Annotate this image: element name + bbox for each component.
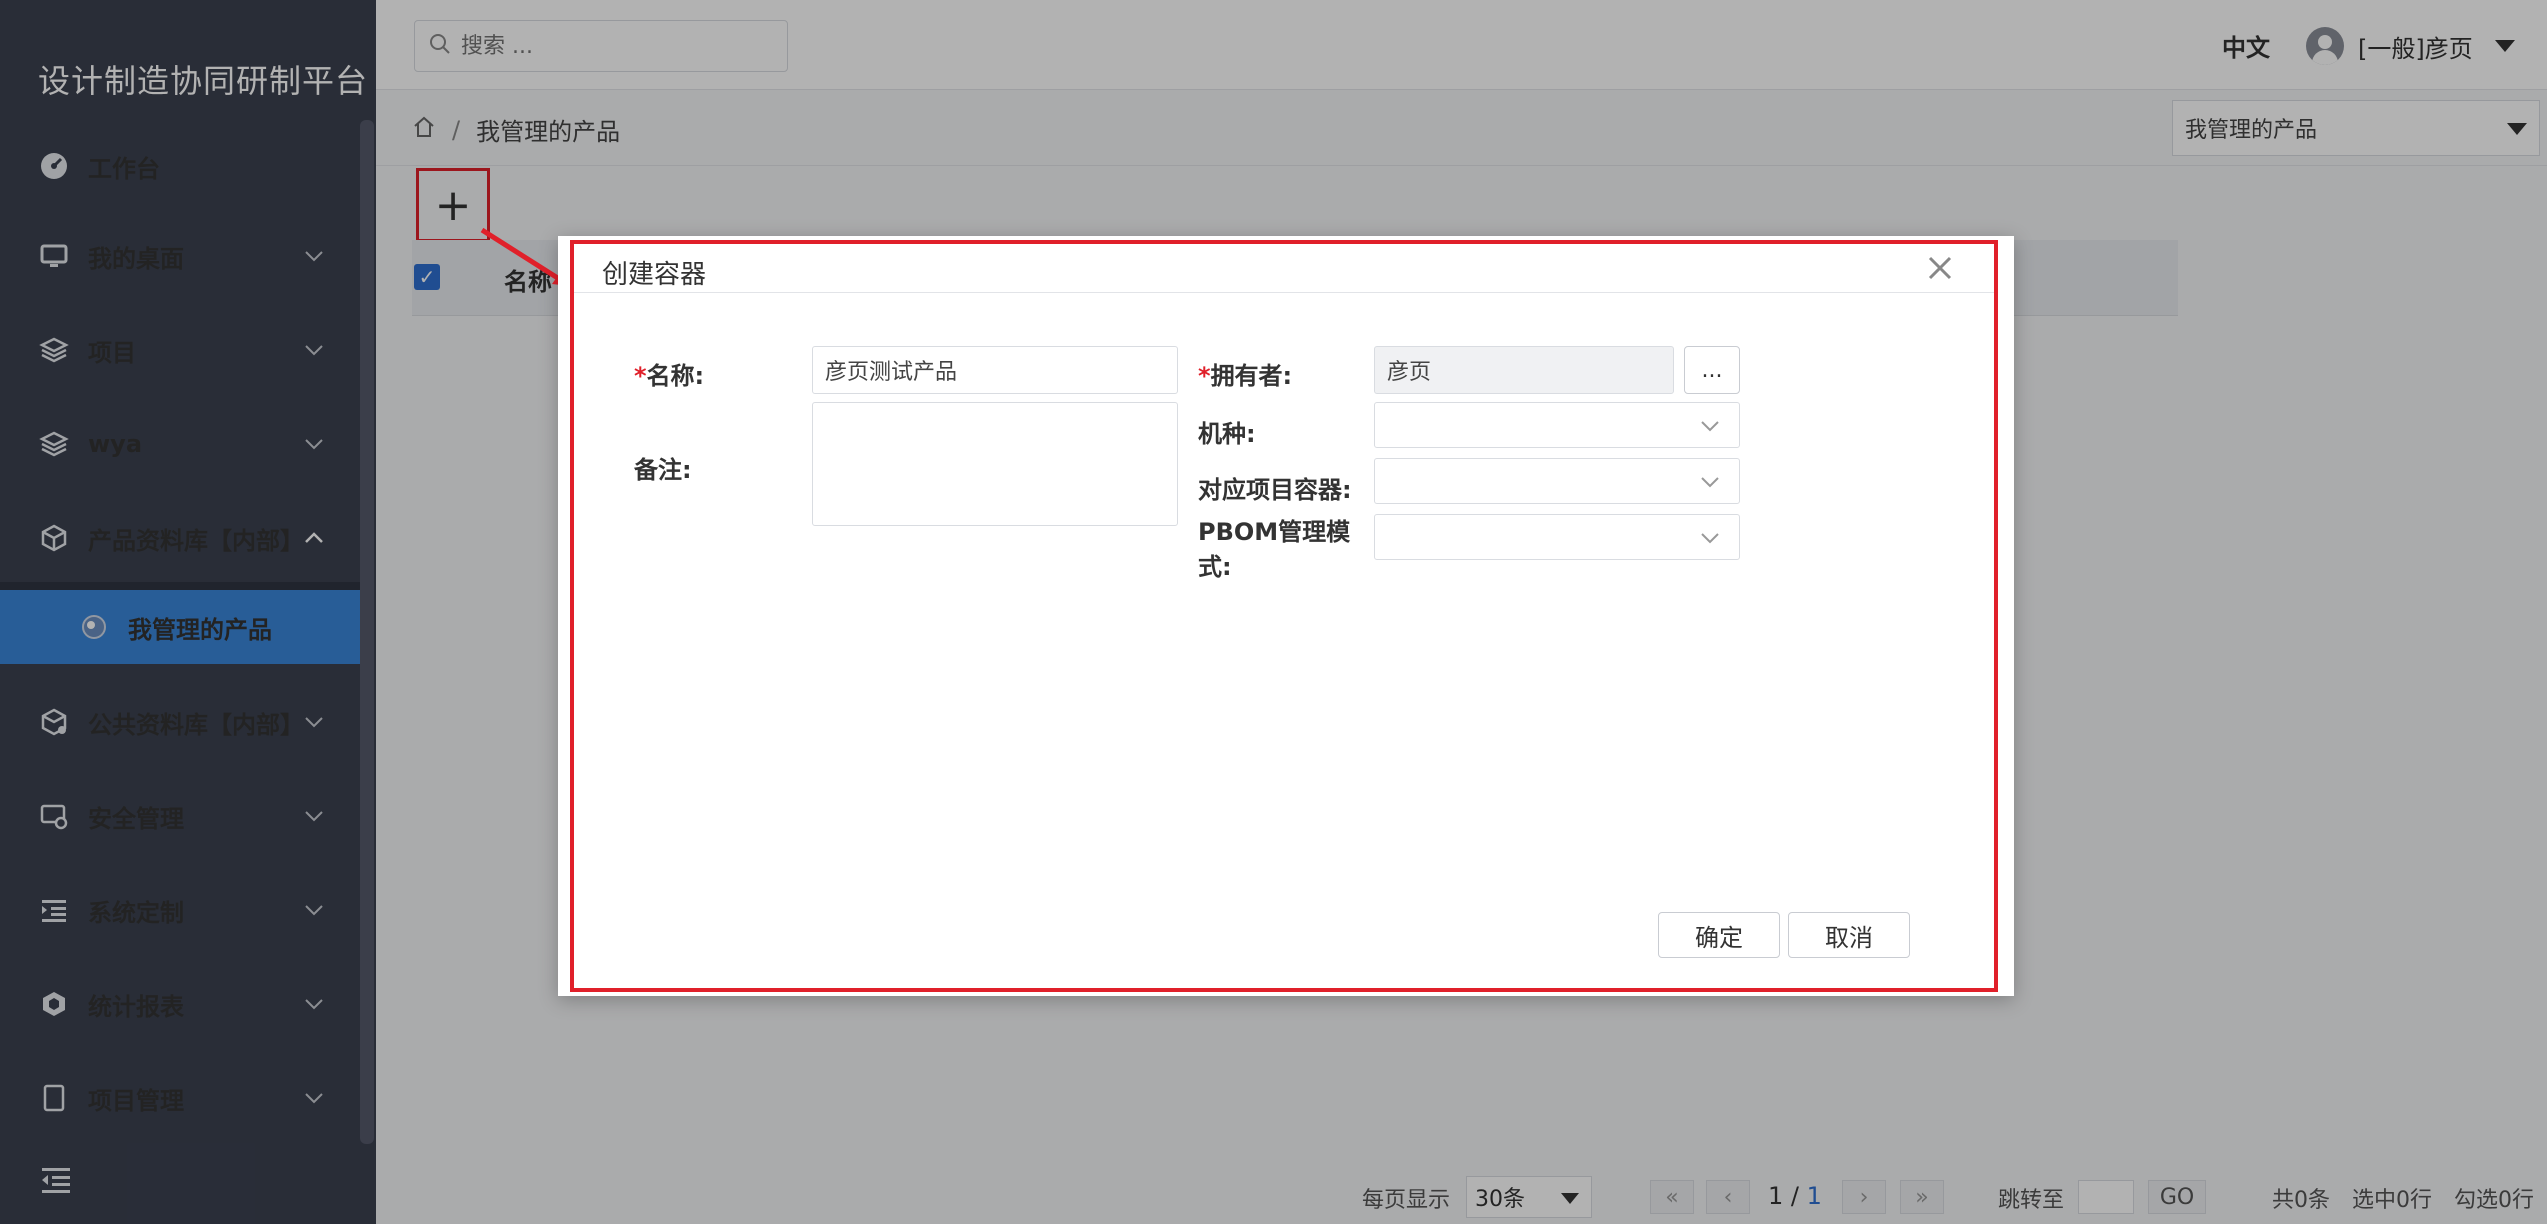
owner-input: 彦页 [1374, 346, 1674, 394]
project-container-label: 对应项目容器: [1198, 476, 1352, 504]
close-icon[interactable] [1922, 250, 1958, 286]
project-container-select[interactable] [1374, 458, 1740, 504]
owner-picker-button[interactable]: ... [1684, 346, 1740, 394]
required-mark: * [634, 362, 647, 390]
dialog-title: 创建容器 [602, 260, 707, 290]
chevron-down-icon [1699, 527, 1721, 549]
remark-label: 备注: [634, 456, 692, 484]
pbom-mode-label: PBOM管理模 式: [1198, 512, 1350, 582]
create-container-dialog [558, 236, 2014, 996]
model-select[interactable] [1374, 402, 1740, 448]
pbom-label-line2: 式: [1198, 553, 1232, 581]
chevron-down-icon [1699, 471, 1721, 493]
owner-label: *拥有者: [1198, 356, 1292, 391]
required-mark: * [1198, 362, 1211, 390]
name-input[interactable]: 彦页测试产品 [812, 346, 1178, 394]
remark-textarea[interactable] [812, 402, 1178, 526]
name-label-text: 名称: [646, 362, 705, 390]
name-label: *名称: [634, 356, 704, 391]
pbom-label-line1: PBOM管理模 [1198, 518, 1351, 546]
owner-label-text: 拥有者: [1210, 362, 1293, 390]
chevron-down-icon [1699, 415, 1721, 437]
pbom-mode-select[interactable] [1374, 514, 1740, 560]
ok-button[interactable]: 确定 [1658, 912, 1780, 958]
cancel-button[interactable]: 取消 [1788, 912, 1910, 958]
dialog-title-divider [574, 292, 1994, 293]
model-label: 机种: [1198, 420, 1256, 448]
